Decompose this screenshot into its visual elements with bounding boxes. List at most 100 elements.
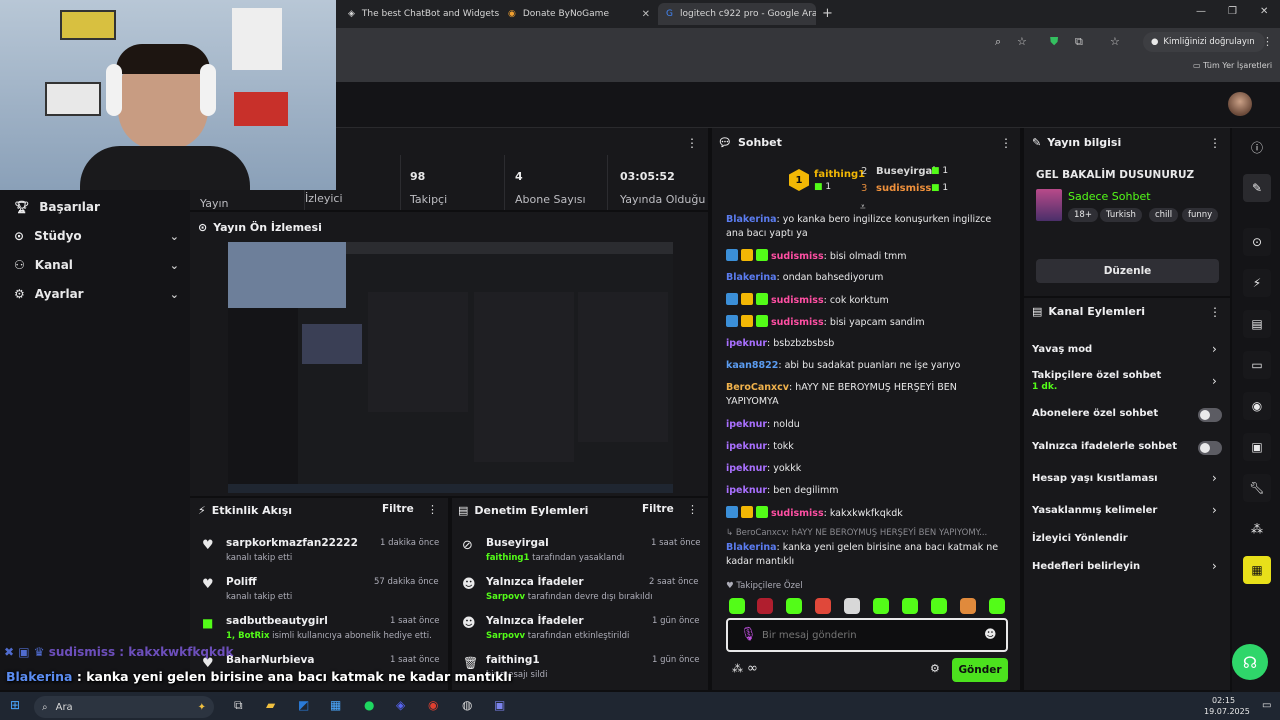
verify-identity-button[interactable]: ● Kimliğinizi doğrulayın (1143, 32, 1265, 52)
moderation-item-title[interactable]: Yalnızca İfadeler (486, 615, 584, 627)
emote-icon[interactable] (815, 598, 831, 614)
menu-kebab-icon[interactable]: ⋮ (687, 503, 698, 516)
channel-action-item[interactable]: Yasaklanmış kelimeler (1032, 505, 1157, 516)
chat-message[interactable]: ipeknur: bsbzbzbsbsb (726, 337, 1006, 351)
chat-message[interactable]: ipeknur: noldu (726, 418, 1006, 432)
moderation-item-title[interactable]: Yalnızca İfadeler (486, 576, 584, 588)
browser-icon[interactable]: ▣ (1243, 433, 1271, 461)
star-icon[interactable]: ☆ (1017, 35, 1027, 48)
menu-kebab-icon[interactable]: ⋮ (1209, 136, 1221, 150)
points-icon[interactable]: ⁂ (1243, 515, 1271, 543)
menu-kebab-icon[interactable]: ⋮ (1000, 136, 1012, 150)
expand-icon[interactable]: ⩡ (860, 202, 866, 213)
outlook-icon[interactable]: ◩ (298, 698, 309, 712)
minimize-icon[interactable]: — (1196, 6, 1206, 17)
maximize-icon[interactable]: ❐ (1228, 6, 1237, 17)
wrench-icon[interactable]: 🔧︎ (1243, 474, 1271, 502)
emote-icon[interactable] (729, 598, 745, 614)
emote-icon[interactable] (757, 598, 773, 614)
tag[interactable]: 18+ (1068, 208, 1098, 222)
emote-icon[interactable] (873, 598, 889, 614)
menu-kebab-icon[interactable]: ⋮ (427, 503, 438, 516)
chat-message[interactable]: BeroCanxcv: hAYY NE BEROYMUŞ HERŞEYİ BEN… (726, 381, 1006, 409)
toggle-switch[interactable] (1198, 441, 1222, 455)
browser-tab[interactable]: ◈ The best ChatBot and Widgets ✕ (340, 3, 500, 25)
points-icon[interactable]: ⁂ (732, 662, 743, 675)
tag[interactable]: funny (1182, 208, 1219, 222)
taskbar-search[interactable]: ⌕ Ara ✦ (34, 696, 214, 718)
activity-item-name[interactable]: Poliff (226, 576, 257, 588)
chevron-right-icon[interactable]: › (1212, 342, 1217, 356)
all-bookmarks-button[interactable]: ▭ Tüm Yer İşaretleri (1193, 61, 1272, 70)
browser-tab-active[interactable]: G logitech c922 pro - Google Ara ✕ (658, 3, 816, 25)
notification-icon[interactable]: ▭ (1262, 700, 1271, 711)
channel-action-item[interactable]: Takipçilere özel sohbet (1032, 370, 1161, 381)
chat-message[interactable]: ipeknur: yokkk (726, 462, 1006, 476)
close-icon[interactable]: ✕ (642, 9, 650, 20)
leader-name[interactable]: sudismiss (876, 183, 931, 194)
clapper-icon[interactable]: ▦ (1243, 556, 1271, 584)
sidebar-item-settings[interactable]: ⚙ Ayarlar ⌄ (14, 287, 179, 301)
chat-message[interactable]: sudismiss: bisi olmadi tmm (726, 249, 1006, 264)
windows-start-icon[interactable]: ⊞ (10, 698, 20, 712)
emote-icon[interactable] (902, 598, 918, 614)
chrome-icon[interactable]: ◉ (428, 698, 438, 712)
chat-message[interactable]: sudismiss: kakxkwkfkqkdk (726, 506, 1006, 521)
chat-username[interactable]: ipeknur (726, 338, 767, 349)
tag[interactable]: Turkish (1100, 208, 1142, 222)
chat-bubble-icon[interactable]: ▭ (1243, 351, 1271, 379)
leader-name[interactable]: faithing1 (814, 169, 865, 180)
activity-item-name[interactable]: sadbutbeautygirl (226, 615, 328, 627)
shield-icon[interactable]: ⛊ (1050, 35, 1058, 49)
pencil-icon[interactable]: ✎ (1243, 174, 1271, 202)
emote-icon[interactable] (786, 598, 802, 614)
emote-icon[interactable] (931, 598, 947, 614)
info-icon[interactable]: ⓘ (1243, 133, 1271, 161)
support-icon[interactable]: ☊ (1232, 644, 1268, 680)
close-window-icon[interactable]: ✕ (1260, 6, 1268, 17)
moderation-item-title[interactable]: Buseyirgal (486, 537, 549, 549)
chat-username[interactable]: Blakerina (726, 542, 777, 553)
avatar[interactable] (1228, 92, 1252, 116)
emoji-picker-icon[interactable]: ☻ (984, 627, 997, 641)
gear-icon[interactable]: ⚙ (930, 662, 940, 675)
file-explorer-icon[interactable]: ▰ (266, 698, 275, 712)
chat-username[interactable]: ipeknur (726, 441, 767, 452)
chat-username[interactable]: kaan8822 (726, 360, 778, 371)
document-icon[interactable]: ▤ (1243, 310, 1271, 338)
channel-action-item[interactable]: Yalnızca ifadelerle sohbet (1032, 441, 1177, 452)
send-button[interactable]: Gönder (952, 658, 1008, 682)
chat-username[interactable]: sudismiss (771, 251, 824, 262)
chat-username[interactable]: sudismiss (771, 508, 824, 519)
camera-icon[interactable]: ⊙ (1243, 228, 1271, 256)
emote-icon[interactable] (844, 598, 860, 614)
chat-message[interactable]: kaan8822: abi bu sadakat puanları ne işe… (726, 359, 1006, 373)
activity-filter-button[interactable]: Filtre (382, 503, 414, 515)
zoom-icon[interactable]: ⌕ (995, 35, 1001, 49)
spotify-icon[interactable]: ● (364, 698, 374, 712)
toggle-switch[interactable] (1198, 408, 1222, 422)
channel-action-item[interactable]: Yavaş mod (1032, 344, 1092, 355)
menu-kebab-icon[interactable]: ⋮ (1262, 35, 1273, 48)
stream-preview-video[interactable] (228, 242, 673, 493)
obs-icon[interactable]: ◍ (462, 698, 472, 712)
chat-input-box[interactable]: 🎙︎ ☻ (726, 618, 1008, 652)
chat-username[interactable]: BeroCanxcv (726, 382, 789, 393)
channel-action-item[interactable]: Hedefleri belirleyin (1032, 561, 1140, 572)
discord-icon[interactable]: ◈ (396, 698, 405, 712)
emote-icon[interactable] (989, 598, 1005, 614)
activity-item-name[interactable]: BaharNurbieva (226, 654, 314, 666)
store-icon[interactable]: ▦ (330, 698, 341, 712)
moderation-filter-button[interactable]: Filtre (642, 503, 674, 515)
chat-username[interactable]: ipeknur (726, 485, 767, 496)
chevron-right-icon[interactable]: › (1212, 559, 1217, 573)
moderation-item-title[interactable]: faithing1 (486, 654, 540, 666)
chat-message-reply[interactable]: Blakerina: kanka yeni gelen birisine ana… (726, 541, 1006, 569)
leader-name[interactable]: Buseyirgal (876, 166, 936, 177)
channel-action-item[interactable]: Abonelere özel sohbet (1032, 408, 1158, 419)
sidebar-item-studio[interactable]: ⊙ Stüdyo ⌄ (14, 229, 179, 243)
chat-message[interactable]: Blakerina: yo kanka bero ingilizce konuş… (726, 213, 1006, 241)
broadcast-icon[interactable]: ◉ (1243, 392, 1271, 420)
sidebar-item-achievements[interactable]: 🏆︎ Başarılar (14, 200, 179, 214)
chat-username[interactable]: sudismiss (771, 295, 824, 306)
